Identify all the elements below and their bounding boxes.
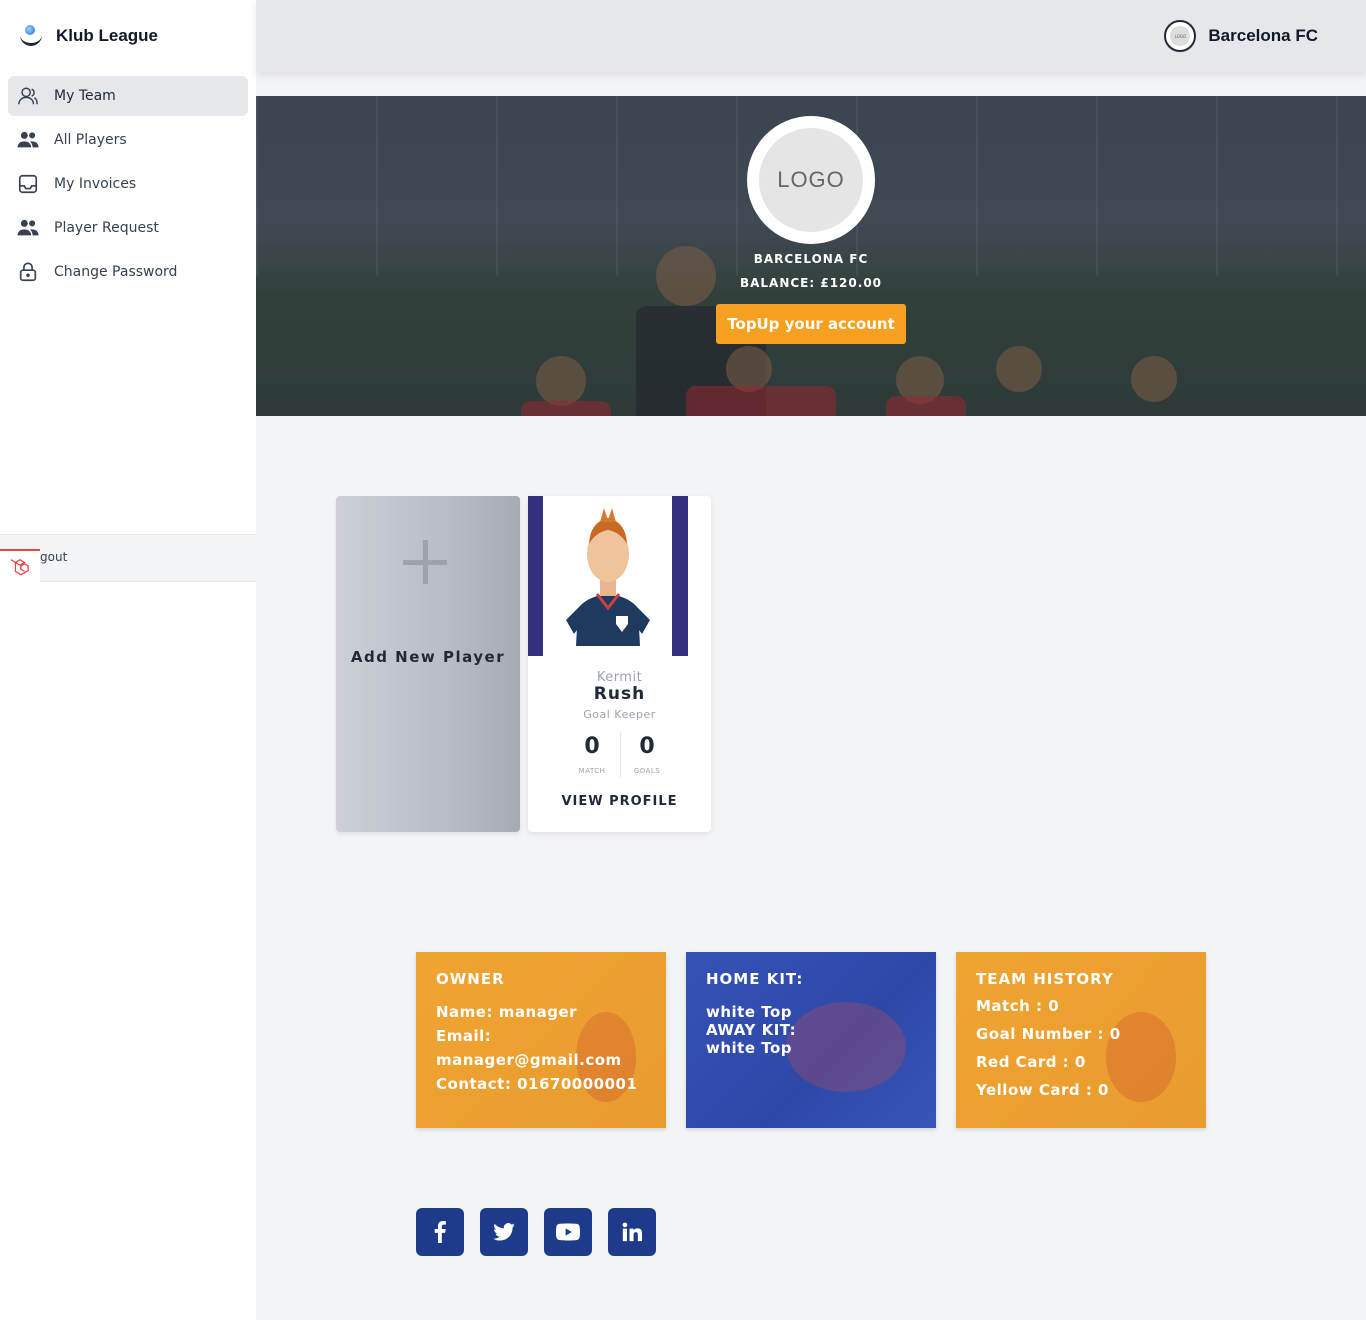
player-card[interactable]: Kermit Rush Goal Keeper 0 MATCH 0 GOALS … [528,496,711,832]
sidebar-nav: My Team All Players My Invoices Player R… [8,76,248,296]
team-history-details: Match : 0 Goal Number : 0 Red Card : 0 Y… [976,992,1121,1104]
sidebar-item-label: My Invoices [54,176,137,192]
hero-bg-figure [886,396,966,416]
home-kit-value: white Top [706,1003,793,1021]
sidebar-item-my-invoices[interactable]: My Invoices [8,164,248,204]
away-kit-label: AWAY KIT: [706,1021,797,1039]
owner-name: Name: manager [436,1003,578,1021]
team-history-box: TEAM HISTORY Match : 0 Goal Number : 0 R… [956,952,1206,1128]
player-avatar [528,496,688,656]
club-name: Barcelona FC [1208,26,1318,45]
hero-bg-figure [536,356,586,406]
brand[interactable]: Klub League [20,22,158,50]
club-logo-avatar: LOGO [1164,20,1197,52]
team-history-title: TEAM HISTORY [976,970,1114,988]
logout-bar[interactable]: gout [0,534,256,583]
brand-logo-icon [20,22,42,50]
youtube-button[interactable] [544,1208,592,1256]
social-links [416,1208,656,1256]
hero-club-name: BARCELONA FC [753,252,869,266]
sidebar-item-change-password[interactable]: Change Password [8,252,248,292]
topup-button[interactable]: TopUp your account [716,304,906,344]
linkedin-icon [622,1222,642,1242]
sidebar: Klub League My Team All Players My Invoi… [0,0,256,1320]
user-icon [16,84,40,108]
goals-stat: 0 GOALS [620,734,674,775]
history-red-cards: Red Card : 0 [976,1053,1086,1071]
home-kit-title: HOME KIT: [706,970,804,988]
plus-icon [403,540,447,584]
team-hero-banner: LOGO BARCELONA FC BALANCE: £120.00 TopUp… [256,96,1366,416]
player-position: Goal Keeper [583,708,656,721]
users-icon [16,128,40,152]
match-label: MATCH [578,767,606,775]
player-avatar-icon [566,508,650,646]
kit-box: HOME KIT: white Top AWAY KIT: white Top [686,952,936,1128]
sidebar-item-label: My Team [54,88,116,104]
add-new-player-label: Add New Player [350,648,506,666]
add-new-player-card[interactable]: Add New Player [336,496,520,832]
history-yellow-cards: Yellow Card : 0 [976,1081,1109,1099]
sidebar-item-label: Player Request [54,220,159,236]
owner-box: OWNER Name: manager Email: manager@gmail… [416,952,666,1128]
view-profile-link[interactable]: VIEW PROFILE [528,794,711,809]
hero-bg-figure [686,386,836,416]
twitter-button[interactable] [480,1208,528,1256]
inbox-icon [16,172,40,196]
match-count: 0 [584,734,600,759]
owner-details: Name: manager Email: manager@gmail.com C… [436,1000,637,1096]
owner-contact: Contact: 01670000001 [436,1075,638,1093]
player-first-name: Kermit [596,670,643,685]
owner-email: manager@gmail.com [436,1051,622,1069]
owner-email-label: Email: [436,1027,492,1045]
player-last-name: Rush [593,684,646,704]
brand-name: Klub League [56,26,159,45]
facebook-icon [434,1221,446,1243]
linkedin-button[interactable] [608,1208,656,1256]
goals-label: GOALS [633,767,661,775]
goals-count: 0 [639,734,655,759]
team-logo-text: LOGO [759,128,863,232]
users-icon [16,216,40,240]
facebook-button[interactable] [416,1208,464,1256]
box-bg-figure [786,1002,906,1092]
logout-link[interactable]: gout [40,550,67,564]
sidebar-item-label: Change Password [54,264,178,280]
account-balance: BALANCE: £120.00 [739,276,883,290]
owner-title: OWNER [436,970,505,988]
history-goals: Goal Number : 0 [976,1025,1121,1043]
away-kit-value: white Top [706,1039,793,1057]
sidebar-item-my-team[interactable]: My Team [8,76,248,116]
kit-details: white Top AWAY KIT: white Top [706,1003,796,1057]
lock-icon [16,260,40,284]
twitter-icon [493,1223,515,1241]
match-stat: 0 MATCH [565,734,619,775]
sidebar-item-player-request[interactable]: Player Request [8,208,248,248]
club-menu[interactable]: LOGO Barcelona FC [1164,20,1318,52]
hero-bg-figure [521,401,611,416]
youtube-icon [556,1223,580,1241]
laravel-debug-icon[interactable] [0,549,40,583]
sidebar-item-all-players[interactable]: All Players [8,120,248,160]
club-logo-text: LOGO [1170,26,1191,46]
top-bar: LOGO Barcelona FC [256,0,1366,72]
history-match: Match : 0 [976,997,1060,1015]
sidebar-item-label: All Players [54,132,127,148]
hero-bg-figure [996,346,1042,392]
team-logo: LOGO [747,116,875,244]
hero-bg-figure [1131,356,1177,402]
